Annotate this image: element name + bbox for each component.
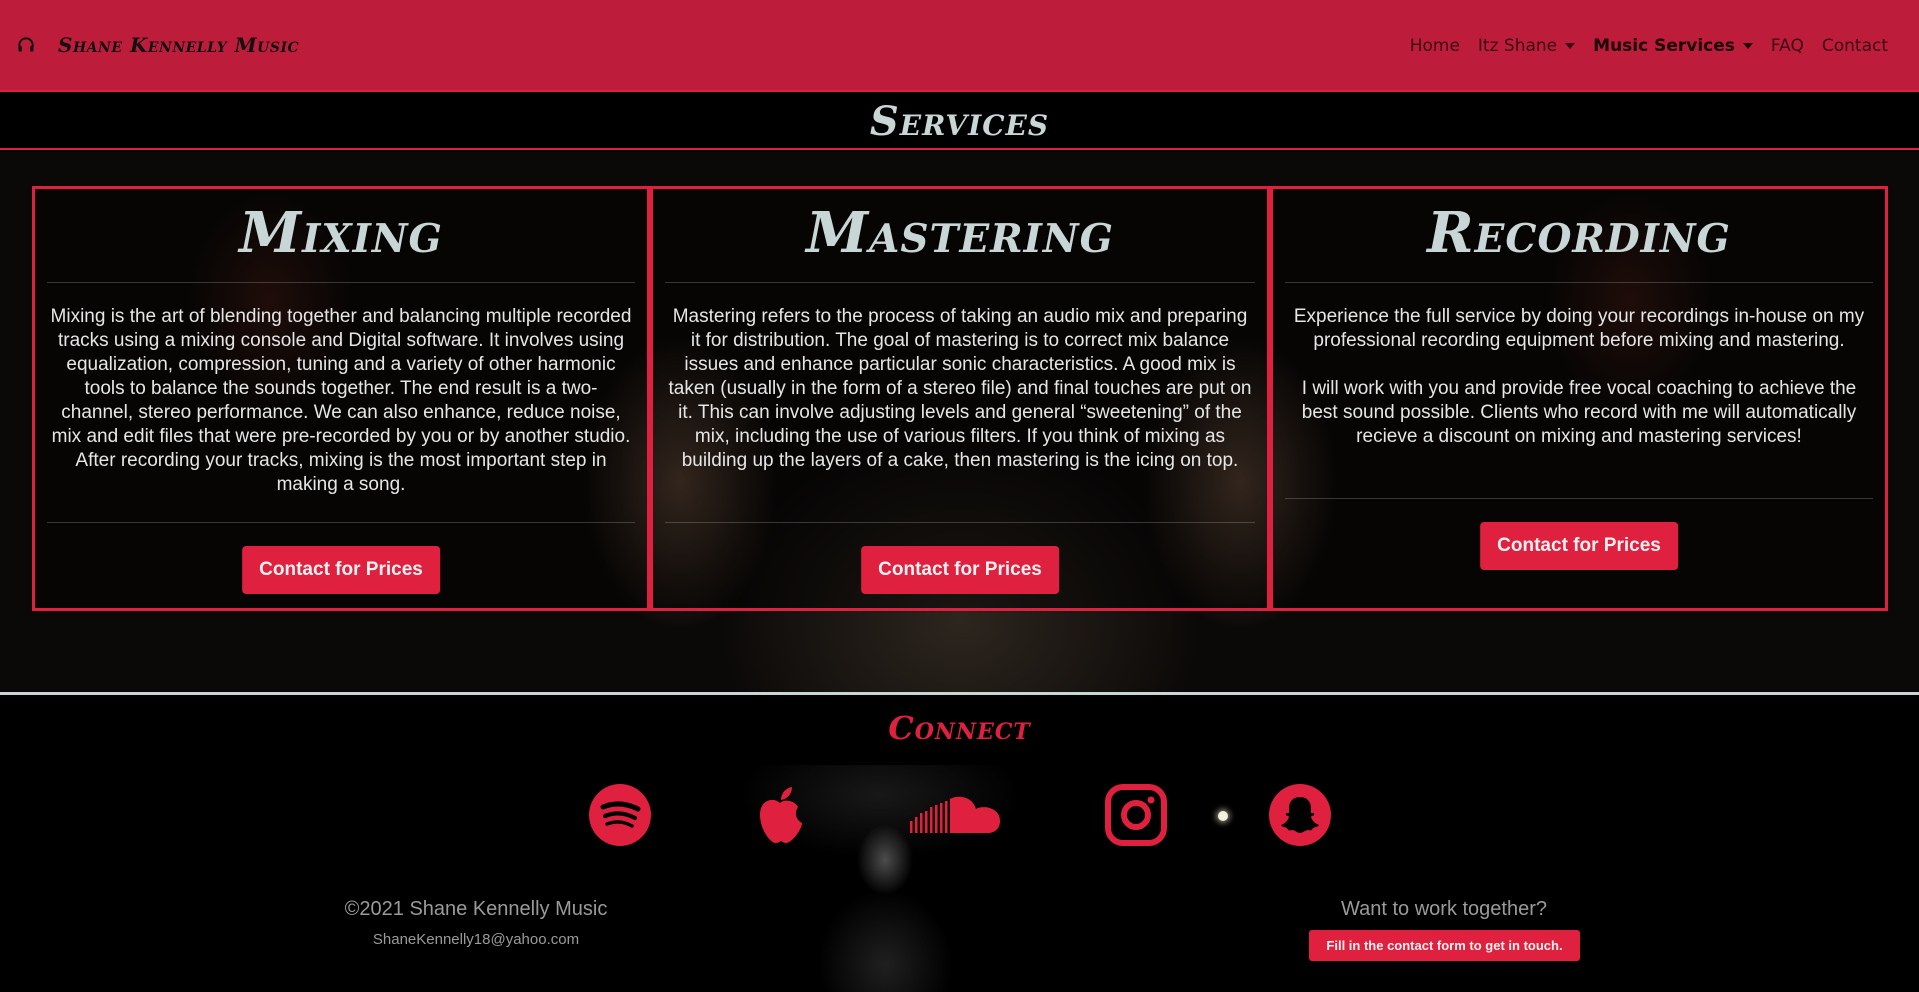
navbar: Shane Kennelly Music Home Itz Shane Musi…: [0, 0, 1919, 92]
nav-music-services-label: Music Services: [1593, 36, 1735, 56]
contact-email: ShaneKennelly18@yahoo.com: [372, 931, 580, 948]
brand-link[interactable]: Shane Kennelly Music: [16, 33, 299, 57]
soundcloud-icon: [910, 796, 1000, 833]
nav-contact-label: Contact: [1821, 36, 1888, 56]
chevron-down-icon: [1565, 43, 1576, 49]
instagram-icon: [1105, 784, 1167, 846]
apple-music-link[interactable]: [748, 783, 812, 847]
nav-itz-shane-label: Itz Shane: [1477, 36, 1558, 56]
apple-icon: [760, 787, 802, 843]
card-description: Experience the full service by doing you…: [1287, 305, 1871, 449]
card-paragraph: Mixing is the art of blending together a…: [50, 306, 632, 495]
nav-faq[interactable]: FAQ: [1762, 36, 1813, 56]
contact-form-button[interactable]: Fill in the contact form to get in touch…: [1309, 930, 1580, 961]
divider: [1285, 282, 1873, 283]
decorative-light: [1218, 811, 1228, 821]
nav-itz-shane-dropdown[interactable]: Itz Shane: [1469, 36, 1584, 56]
card-paragraph: Mastering refers to the process of takin…: [668, 306, 1252, 471]
card-description: Mixing is the art of blending together a…: [49, 305, 633, 497]
divider: [665, 522, 1255, 523]
spotify-icon: [589, 784, 651, 846]
nav-music-services-dropdown[interactable]: Music Services: [1584, 36, 1762, 56]
divider: [665, 282, 1255, 283]
service-card-mixing: Mixing Mixing is the art of blending tog…: [32, 186, 650, 611]
nav-home-label: Home: [1409, 36, 1460, 56]
contact-for-prices-button[interactable]: Contact for Prices: [1480, 522, 1678, 570]
services-header: Services: [0, 94, 1919, 150]
card-description: Mastering refers to the process of takin…: [667, 305, 1253, 473]
card-title: Mixing: [239, 200, 443, 266]
soundcloud-link[interactable]: [908, 783, 1008, 847]
chevron-down-icon: [1742, 43, 1753, 49]
card-title: Recording: [1427, 200, 1731, 266]
spotify-link[interactable]: [588, 783, 652, 847]
main-nav: Home Itz Shane Music Services FAQ Contac…: [1401, 0, 1897, 92]
headphones-icon: [18, 37, 34, 52]
card-title: Mastering: [806, 200, 1114, 266]
nav-home[interactable]: Home: [1401, 36, 1469, 56]
card-paragraph: I will work with you and provide free vo…: [1301, 378, 1857, 447]
divider: [47, 522, 635, 523]
service-card-recording: Recording Experience the full service by…: [1270, 186, 1888, 611]
connect-heading: Connect: [888, 709, 1031, 747]
nav-faq-label: FAQ: [1770, 36, 1804, 56]
nav-contact[interactable]: Contact: [1813, 36, 1897, 56]
divider: [47, 282, 635, 283]
service-card-mastering: Mastering Mastering refers to the proces…: [650, 186, 1270, 611]
cta-heading: Want to work together?: [1340, 898, 1548, 920]
instagram-link[interactable]: [1104, 783, 1168, 847]
service-cards: Mixing Mixing is the art of blending tog…: [32, 186, 1888, 611]
card-paragraph: Experience the full service by doing you…: [1293, 306, 1865, 351]
brand-name: Shane Kennelly Music: [58, 33, 300, 57]
footer: Connect ©2021 Shane Kennelly Music Shane…: [0, 695, 1919, 992]
contact-for-prices-button[interactable]: Contact for Prices: [242, 546, 440, 594]
divider: [1285, 498, 1873, 499]
page-title: Services: [869, 97, 1050, 145]
copyright-text: ©2021 Shane Kennelly Music: [344, 898, 608, 920]
contact-for-prices-button[interactable]: Contact for Prices: [861, 546, 1059, 594]
snapchat-link[interactable]: [1268, 783, 1332, 847]
snapchat-icon: [1269, 784, 1331, 846]
